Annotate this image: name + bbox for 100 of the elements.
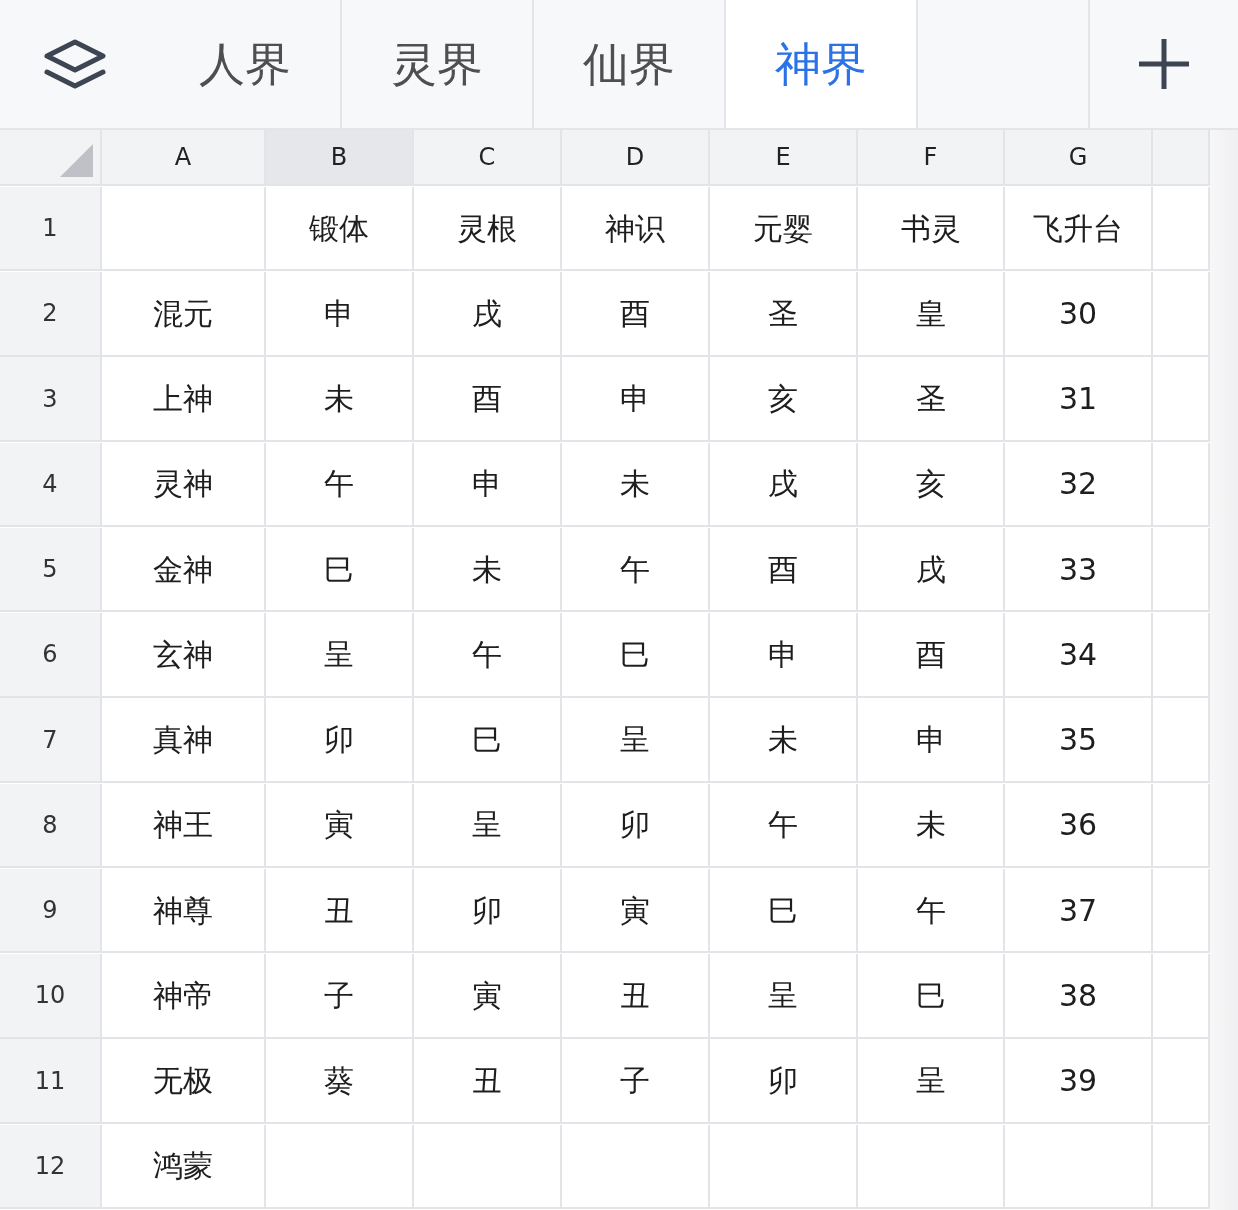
table-cell[interactable]: 酉 xyxy=(414,357,562,442)
row-header[interactable]: 11 xyxy=(0,1039,102,1124)
table-cell[interactable]: 酉 xyxy=(858,613,1005,698)
table-cell[interactable]: 真神 xyxy=(102,698,266,783)
table-cell[interactable]: 神识 xyxy=(562,186,710,272)
table-cell[interactable]: 申 xyxy=(562,357,710,442)
table-cell[interactable]: 玄神 xyxy=(102,613,266,698)
table-cell[interactable]: 呈 xyxy=(266,613,414,698)
table-cell[interactable]: 丑 xyxy=(414,1039,562,1124)
table-cell[interactable]: 午 xyxy=(710,783,858,869)
table-cell[interactable]: 32 xyxy=(1005,442,1153,528)
row-header[interactable]: 3 xyxy=(0,357,102,442)
table-cell[interactable]: 未 xyxy=(266,357,414,442)
table-cell[interactable]: 卯 xyxy=(562,783,710,869)
table-cell[interactable]: 寅 xyxy=(414,954,562,1039)
table-cell[interactable]: 锻体 xyxy=(266,186,414,272)
table-cell[interactable]: 圣 xyxy=(858,357,1005,442)
table-cell[interactable]: 丑 xyxy=(266,868,414,954)
table-cell[interactable]: 巳 xyxy=(266,527,414,613)
table-cell[interactable]: 无极 xyxy=(102,1039,266,1124)
table-cell[interactable]: 呈 xyxy=(858,1039,1005,1124)
row-header[interactable]: 9 xyxy=(0,868,102,954)
table-cell[interactable]: 33 xyxy=(1005,527,1153,613)
column-header[interactable]: C xyxy=(414,130,562,186)
table-cell[interactable]: 巳 xyxy=(710,868,858,954)
row-header[interactable]: 4 xyxy=(0,442,102,528)
table-cell[interactable]: 子 xyxy=(562,1039,710,1124)
table-cell[interactable]: 呈 xyxy=(414,783,562,869)
table-cell[interactable]: 未 xyxy=(562,442,710,528)
table-cell[interactable]: 亥 xyxy=(858,442,1005,528)
table-cell[interactable]: 皇 xyxy=(858,272,1005,357)
table-cell[interactable]: 未 xyxy=(414,527,562,613)
table-cell[interactable]: 上神 xyxy=(102,357,266,442)
column-header[interactable]: A xyxy=(102,130,266,186)
table-cell[interactable]: 申 xyxy=(266,272,414,357)
table-cell[interactable]: 元婴 xyxy=(710,186,858,272)
table-cell[interactable]: 巳 xyxy=(858,954,1005,1039)
table-cell[interactable]: 葵 xyxy=(266,1039,414,1124)
table-cell[interactable]: 37 xyxy=(1005,868,1153,954)
table-cell[interactable]: 混元 xyxy=(102,272,266,357)
table-cell[interactable]: 34 xyxy=(1005,613,1153,698)
table-cell[interactable]: 未 xyxy=(858,783,1005,869)
table-cell[interactable]: 申 xyxy=(414,442,562,528)
table-cell[interactable]: 酉 xyxy=(562,272,710,357)
row-header[interactable]: 1 xyxy=(0,186,102,272)
table-cell[interactable]: 神王 xyxy=(102,783,266,869)
sheet-tab[interactable]: 人界 xyxy=(150,0,342,128)
table-cell[interactable]: 丑 xyxy=(562,954,710,1039)
table-cell[interactable]: 午 xyxy=(414,613,562,698)
row-header[interactable]: 10 xyxy=(0,954,102,1039)
table-cell[interactable]: 飞升台 xyxy=(1005,186,1153,272)
table-cell[interactable]: 亥 xyxy=(710,357,858,442)
row-header[interactable]: 7 xyxy=(0,698,102,783)
table-cell[interactable]: 申 xyxy=(858,698,1005,783)
row-header[interactable]: 8 xyxy=(0,783,102,869)
sheet-tab[interactable]: 灵界 xyxy=(342,0,534,128)
table-cell[interactable]: 神帝 xyxy=(102,954,266,1039)
row-header[interactable]: 5 xyxy=(0,527,102,613)
table-cell[interactable]: 巳 xyxy=(414,698,562,783)
sheet-tab[interactable]: 神界 xyxy=(726,0,918,128)
table-cell[interactable]: 卯 xyxy=(414,868,562,954)
table-cell[interactable]: 午 xyxy=(858,868,1005,954)
column-header[interactable]: G xyxy=(1005,130,1153,186)
table-cell[interactable]: 戌 xyxy=(710,442,858,528)
column-header[interactable]: B xyxy=(266,130,414,186)
table-cell[interactable]: 寅 xyxy=(562,868,710,954)
table-cell[interactable]: 巳 xyxy=(562,613,710,698)
table-cell[interactable]: 金神 xyxy=(102,527,266,613)
table-cell[interactable]: 戌 xyxy=(858,527,1005,613)
table-cell[interactable]: 书灵 xyxy=(858,186,1005,272)
row-header[interactable]: 6 xyxy=(0,613,102,698)
table-cell[interactable]: 呈 xyxy=(562,698,710,783)
table-cell[interactable]: 灵根 xyxy=(414,186,562,272)
column-header[interactable]: E xyxy=(710,130,858,186)
table-cell[interactable]: 灵神 xyxy=(102,442,266,528)
table-cell[interactable]: 36 xyxy=(1005,783,1153,869)
table-cell[interactable]: 圣 xyxy=(710,272,858,357)
table-cell[interactable]: 神尊 xyxy=(102,868,266,954)
table-cell[interactable]: 午 xyxy=(266,442,414,528)
row-header[interactable]: 12 xyxy=(0,1124,102,1210)
table-cell[interactable]: 30 xyxy=(1005,272,1153,357)
column-header[interactable]: F xyxy=(858,130,1005,186)
table-cell[interactable]: 卯 xyxy=(266,698,414,783)
table-cell[interactable]: 39 xyxy=(1005,1039,1153,1124)
table-cell[interactable]: 午 xyxy=(562,527,710,613)
table-cell[interactable]: 38 xyxy=(1005,954,1153,1039)
table-cell[interactable]: 戌 xyxy=(414,272,562,357)
table-cell[interactable]: 鸿蒙 xyxy=(102,1124,266,1210)
table-cell[interactable]: 卯 xyxy=(710,1039,858,1124)
row-header[interactable]: 2 xyxy=(0,272,102,357)
table-cell[interactable]: 35 xyxy=(1005,698,1153,783)
table-cell[interactable]: 酉 xyxy=(710,527,858,613)
column-header[interactable] xyxy=(1153,130,1210,186)
column-header[interactable]: D xyxy=(562,130,710,186)
table-cell[interactable]: 子 xyxy=(266,954,414,1039)
table-cell[interactable]: 寅 xyxy=(266,783,414,869)
table-cell[interactable]: 申 xyxy=(710,613,858,698)
table-cell[interactable]: 未 xyxy=(710,698,858,783)
table-cell[interactable]: 呈 xyxy=(710,954,858,1039)
table-cell[interactable]: 31 xyxy=(1005,357,1153,442)
